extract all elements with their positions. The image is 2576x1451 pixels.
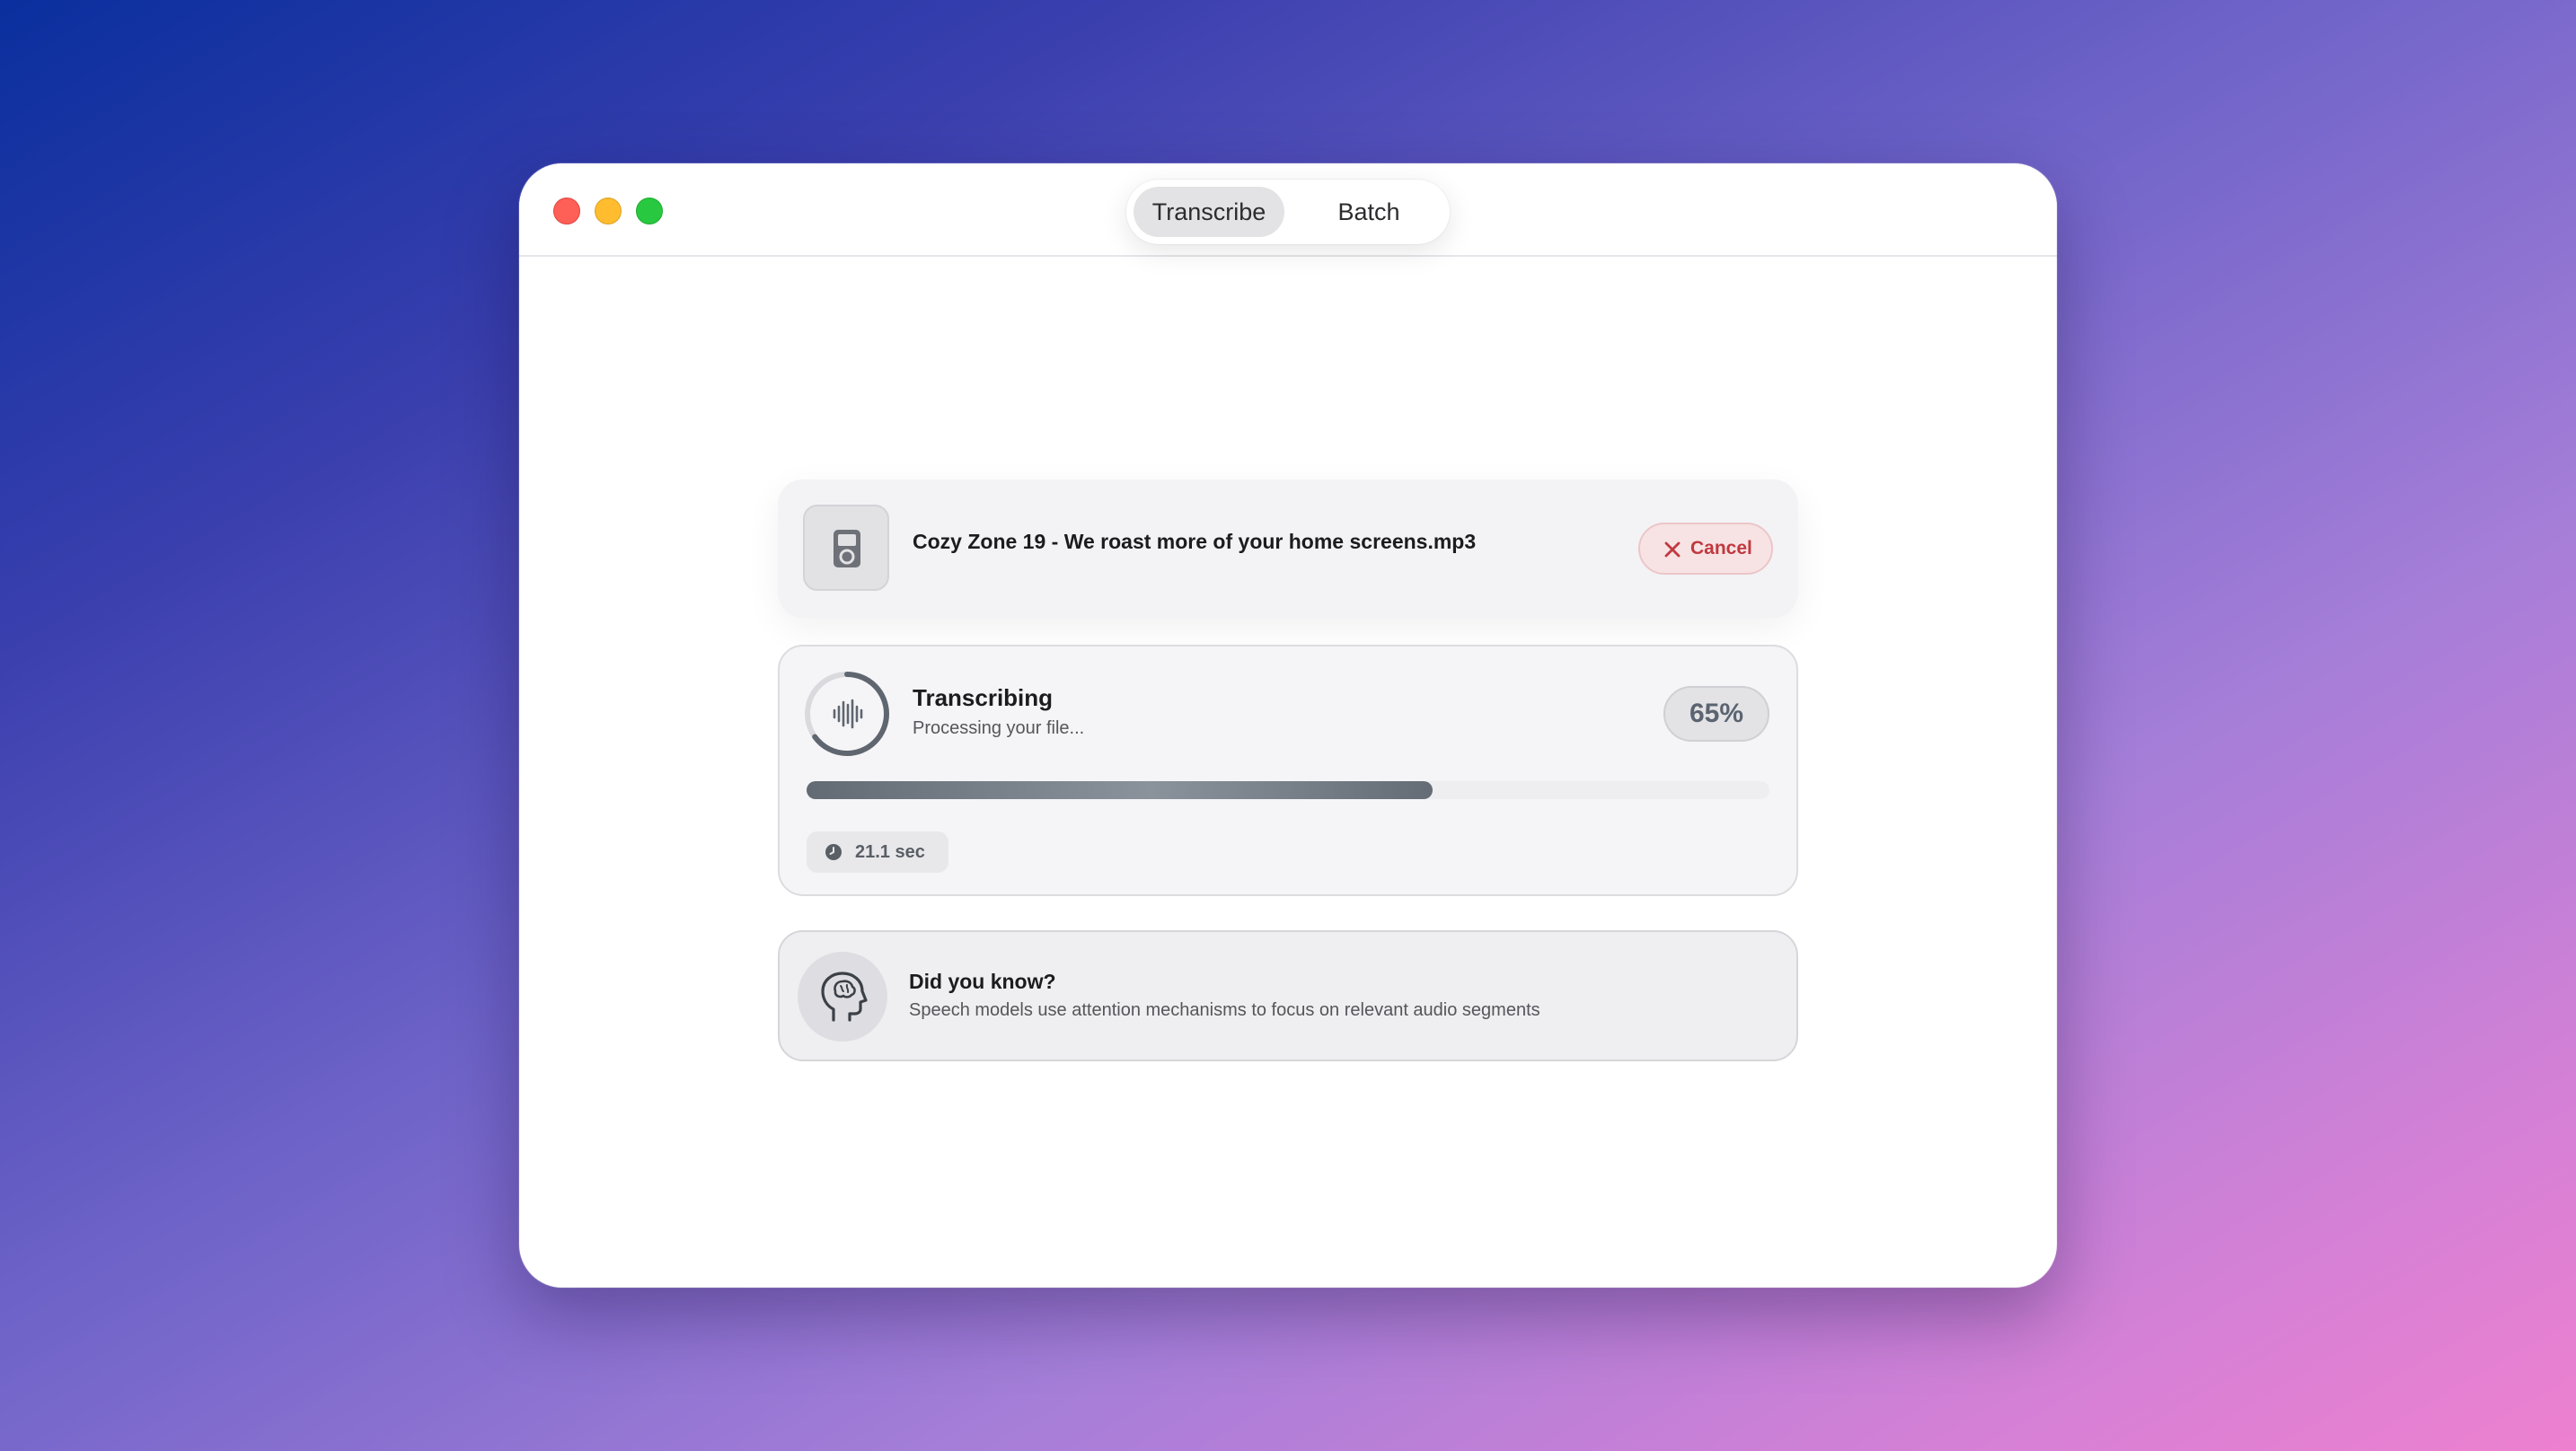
close-icon bbox=[1664, 541, 1681, 558]
file-name: Cozy Zone 19 - We roast more of your hom… bbox=[913, 530, 1477, 553]
main-content: Cozy Zone 19 - We roast more of your hom… bbox=[519, 257, 2057, 1288]
waveform-icon bbox=[833, 699, 863, 729]
tip-card: Did you know? Speech models use attentio… bbox=[778, 930, 1798, 1061]
app-window: Transcribe Batch Cozy Zone 19 - We roast… bbox=[519, 163, 2057, 1288]
cancel-button-label: Cancel bbox=[1690, 538, 1752, 558]
progress-ring bbox=[805, 672, 889, 756]
percent-badge: 65% bbox=[1663, 686, 1769, 742]
brain-head-icon bbox=[821, 972, 868, 1022]
minimize-window-button[interactable] bbox=[595, 198, 622, 224]
status-subtitle: Processing your file... bbox=[913, 718, 1085, 738]
progress-bar bbox=[807, 781, 1769, 799]
zoom-window-button[interactable] bbox=[636, 198, 663, 224]
clock-icon bbox=[825, 844, 842, 860]
elapsed-time: 21.1 sec bbox=[855, 842, 925, 862]
elapsed-time-badge: 21.1 sec bbox=[807, 831, 948, 873]
tip-title: Did you know? bbox=[909, 970, 1056, 993]
tip-icon-container bbox=[798, 952, 887, 1042]
mode-segmented-control: Transcribe Batch bbox=[1126, 180, 1450, 244]
ipod-icon bbox=[834, 530, 860, 567]
tab-transcribe[interactable]: Transcribe bbox=[1134, 187, 1284, 237]
file-icon-container bbox=[803, 505, 889, 591]
tab-batch[interactable]: Batch bbox=[1297, 187, 1441, 237]
tip-text: Speech models use attention mechanisms t… bbox=[909, 1000, 1540, 1020]
title-bar: Transcribe Batch bbox=[519, 163, 2057, 257]
status-title: Transcribing bbox=[913, 684, 1054, 711]
cancel-button[interactable]: Cancel bbox=[1638, 523, 1773, 575]
close-window-button[interactable] bbox=[553, 198, 580, 224]
progress-card: Transcribing Processing your file... 65%… bbox=[778, 645, 1798, 896]
progress-bar-fill bbox=[807, 781, 1433, 799]
file-card: Cozy Zone 19 - We roast more of your hom… bbox=[778, 479, 1798, 618]
